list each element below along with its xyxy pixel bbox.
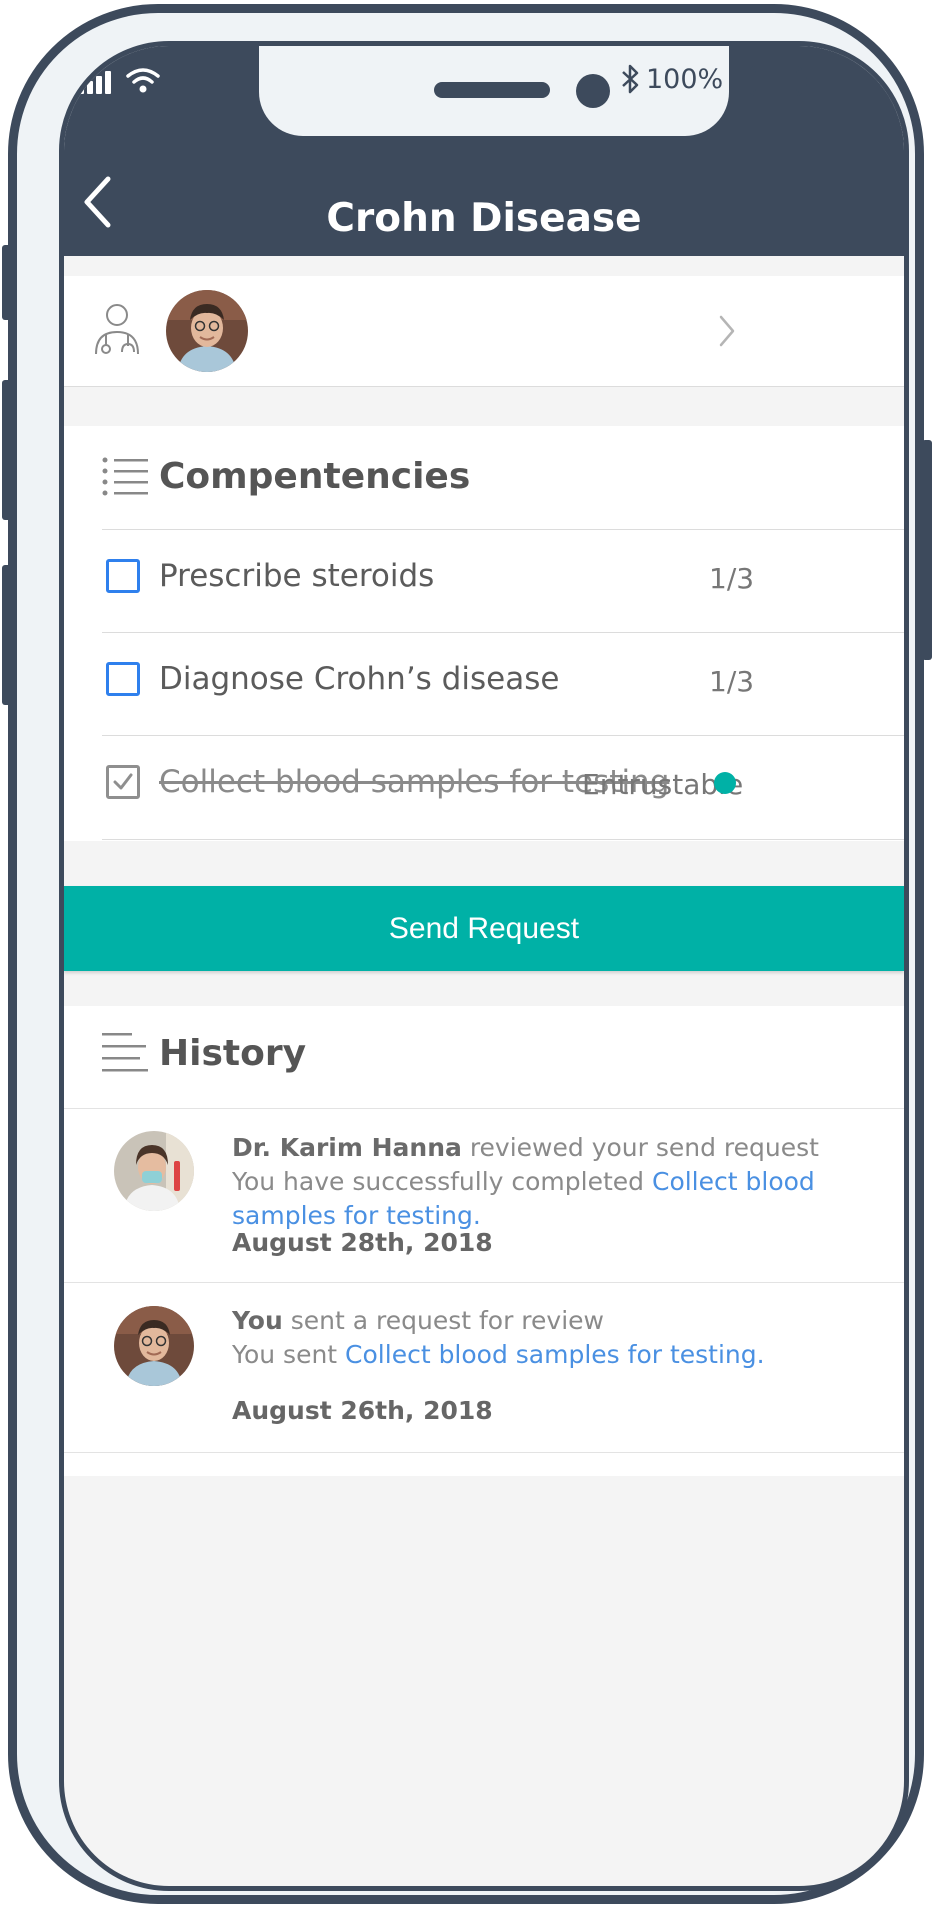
- competency-label: Diagnose Crohn’s disease: [159, 661, 560, 697]
- divider: [102, 529, 904, 530]
- send-request-button[interactable]: Send Request: [64, 886, 904, 971]
- avatar: [114, 1131, 194, 1211]
- list-icon: [102, 457, 148, 496]
- avatar: [166, 290, 248, 372]
- battery-percent: 100%: [646, 64, 724, 95]
- history-actor: You: [232, 1306, 283, 1335]
- history-lines-icon: [102, 1033, 148, 1072]
- divider: [64, 1282, 904, 1283]
- history-actor: Dr. Karim Hanna: [232, 1133, 462, 1162]
- battery-icon: [750, 66, 807, 96]
- history-entry-text: You sent a request for review You sent C…: [232, 1304, 852, 1372]
- history-action: sent a request for review: [282, 1306, 604, 1335]
- page-title: Crohn Disease: [326, 196, 642, 241]
- history-detail: You sent: [232, 1340, 346, 1369]
- speaker-grille: [434, 82, 550, 98]
- history-detail: You have successfully completed: [232, 1167, 652, 1196]
- checkmark-icon: [113, 773, 133, 790]
- history-date: August 26th, 2018: [232, 1396, 493, 1425]
- front-camera: [576, 74, 610, 108]
- checkbox[interactable]: [106, 559, 140, 593]
- chevron-right-icon[interactable]: [718, 314, 736, 348]
- phone-frame: 100% Crohn Disease Compentencies Prescri…: [8, 4, 924, 1904]
- bluetooth-icon: [622, 64, 639, 94]
- divider: [102, 839, 904, 840]
- competencies-title: Compentencies: [159, 456, 471, 497]
- phone-screen: 100% Crohn Disease Compentencies Prescri…: [59, 41, 909, 1891]
- checkbox-checked[interactable]: [106, 765, 140, 799]
- divider: [64, 1452, 904, 1453]
- signal-icon: [78, 71, 111, 94]
- history-entry-text: Dr. Karim Hanna reviewed your send reque…: [232, 1131, 852, 1233]
- history-card: History Dr. Karim Hanna reviewed your se…: [64, 1006, 904, 1476]
- avatar: [114, 1306, 194, 1386]
- divider: [102, 632, 904, 633]
- history-title: History: [159, 1033, 307, 1074]
- competency-link[interactable]: Collect blood samples for testing.: [345, 1340, 765, 1369]
- history-date: August 28th, 2018: [232, 1228, 493, 1257]
- checkbox[interactable]: [106, 662, 140, 696]
- doctor-icon: [95, 304, 139, 355]
- competencies-card: Compentencies Prescribe steroids 1/3 Dia…: [64, 426, 904, 841]
- competency-count: 1/3: [709, 665, 755, 698]
- competency-label: Prescribe steroids: [159, 558, 435, 594]
- competency-count: 1/3: [709, 562, 755, 595]
- divider: [64, 1108, 904, 1109]
- history-action: reviewed your send request: [461, 1133, 819, 1162]
- status-dot: [714, 772, 736, 794]
- supervisor-row[interactable]: [64, 276, 904, 387]
- wifi-icon: [126, 68, 160, 93]
- divider: [102, 735, 904, 736]
